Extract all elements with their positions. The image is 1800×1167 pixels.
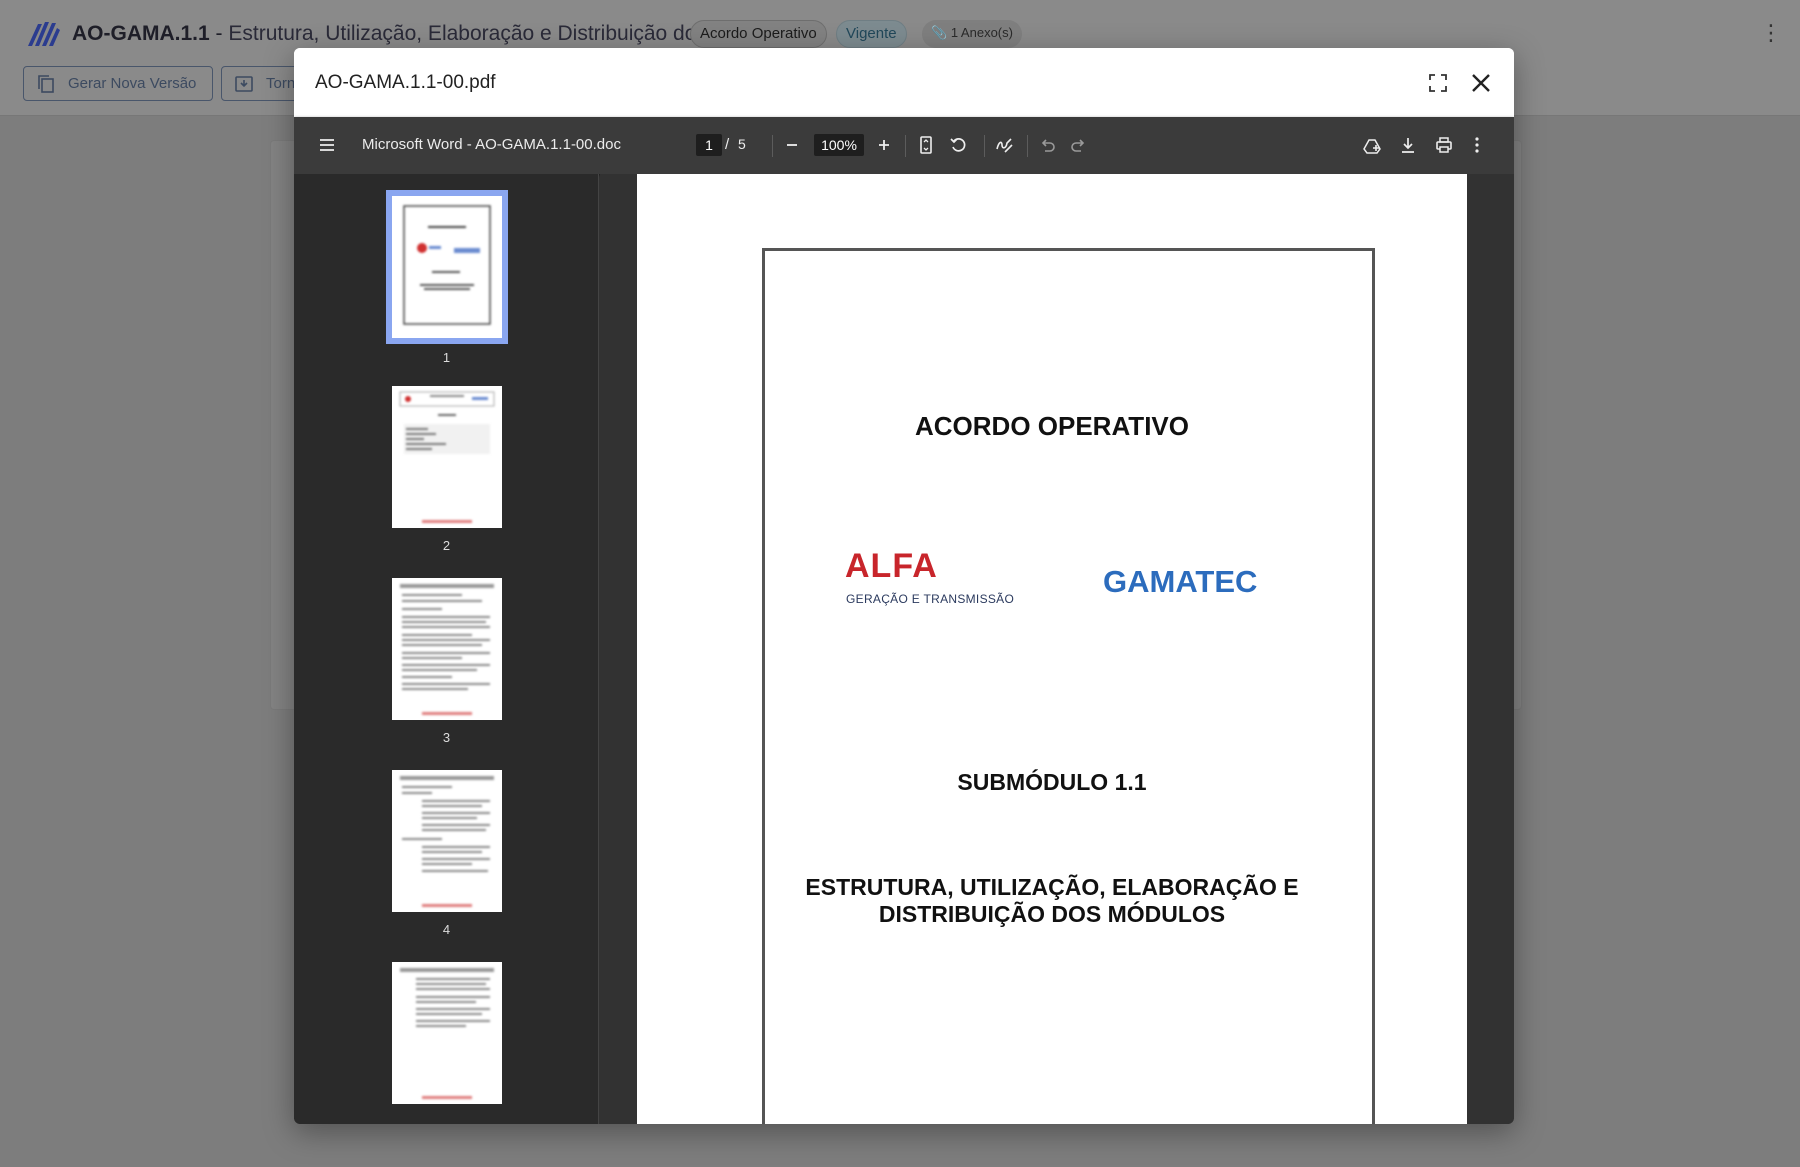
page-view-area[interactable]: ACORDO OPERATIVO ALFA GERAÇÃO E TRANSMIS… (600, 174, 1514, 1124)
toolbar-divider (772, 135, 773, 157)
secondary-action-label: Torn (266, 75, 296, 92)
status-badge: Vigente (836, 20, 907, 48)
module-title: ESTRUTURA, UTILIZAÇÃO, ELABORAÇÃO E DIST… (637, 874, 1467, 928)
copy-icon (38, 75, 54, 93)
rotate-icon[interactable] (949, 135, 969, 155)
pdf-document-name: Microsoft Word - AO-GAMA.1.1-00.doc (362, 136, 621, 153)
page-border (762, 248, 1375, 1124)
pdf-preview-dialog: AO-GAMA.1.1-00.pdf Microsoft Word - AO-G… (294, 48, 1514, 1124)
thumbnail-preview (400, 584, 494, 715)
title-separator: - (209, 22, 229, 45)
page-separator: / (725, 136, 730, 153)
document-title: Estrutura, Utilização, Elaboração e Dist… (228, 22, 731, 45)
new-version-button[interactable]: Gerar Nova Versão (23, 66, 213, 101)
page-thumbnail[interactable] (392, 770, 502, 912)
pdf-toolbar: Microsoft Word - AO-GAMA.1.1-00.doc 1 / … (294, 117, 1514, 174)
page-number-input[interactable]: 1 (696, 134, 722, 156)
paperclip-icon: 📎 (931, 25, 948, 40)
module-title-line: ESTRUTURA, UTILIZAÇÃO, ELABORAÇÃO E (805, 874, 1299, 900)
page-thumbnail[interactable] (392, 578, 502, 720)
page-total: 5 (738, 136, 746, 152)
dialog-title: AO-GAMA.1.1-00.pdf (315, 72, 496, 93)
close-icon[interactable] (1469, 71, 1493, 95)
alfa-logo-tagline: GERAÇÃO E TRANSMISSÃO (846, 592, 1015, 606)
page-thumbnail[interactable] (386, 190, 508, 344)
download-icon[interactable] (1398, 135, 1418, 155)
redo-icon[interactable] (1069, 135, 1089, 155)
app-logo-icon (28, 22, 60, 46)
toolbar-divider (905, 135, 906, 157)
toolbar-divider (984, 135, 985, 157)
menu-icon[interactable] (317, 135, 337, 155)
dialog-header: AO-GAMA.1.1-00.pdf (294, 48, 1514, 117)
type-badge: Acordo Operativo (690, 20, 827, 48)
document-heading: ACORDO OPERATIVO (915, 411, 1189, 441)
new-version-label: Gerar Nova Versão (68, 75, 197, 92)
pdf-viewer: Microsoft Word - AO-GAMA.1.1-00.doc 1 / … (294, 117, 1514, 1124)
thumbnail-preview (403, 205, 491, 325)
thumbnail-preview (400, 968, 494, 1099)
zoom-level-input[interactable]: 100% (814, 134, 864, 156)
fit-page-icon[interactable] (916, 135, 936, 155)
toolbar-divider (1027, 135, 1028, 157)
more-options-icon[interactable]: ⋮ (1760, 20, 1782, 46)
page-thumbnail[interactable] (392, 962, 502, 1104)
gamatec-logo: GAMATEC (1103, 564, 1258, 599)
attachments-count: 1 Anexo(s) (950, 25, 1013, 40)
thumbnail-number: 1 (442, 350, 451, 365)
fullscreen-icon[interactable] (1429, 74, 1447, 92)
page-thumbnail[interactable] (392, 386, 502, 528)
attachments-badge[interactable]: 📎 1 Anexo(s) (922, 20, 1022, 48)
thumbnail-preview (400, 776, 494, 907)
thumbnail-sidebar[interactable]: 1 2 3 4 (294, 174, 599, 1124)
page-title: AO-GAMA.1.1 - Estrutura, Utilização, Ela… (72, 22, 730, 46)
undo-icon[interactable] (1037, 135, 1057, 155)
zoom-out-icon[interactable] (782, 135, 802, 155)
zoom-in-icon[interactable] (874, 135, 894, 155)
save-to-drive-icon[interactable] (1362, 135, 1382, 155)
submodule-heading: SUBMÓDULO 1.1 (957, 769, 1147, 795)
more-options-icon[interactable] (1467, 135, 1487, 155)
alfa-logo: ALFA (845, 547, 938, 585)
thumbnail-number: 2 (442, 538, 451, 553)
pdf-page: ACORDO OPERATIVO ALFA GERAÇÃO E TRANSMIS… (637, 174, 1467, 1124)
print-icon[interactable] (1434, 135, 1454, 155)
module-title-line: DISTRIBUIÇÃO DOS MÓDULOS (878, 901, 1226, 927)
thumbnail-preview (399, 391, 495, 523)
archive-icon (235, 76, 253, 92)
document-code: AO-GAMA.1.1 (72, 22, 210, 45)
thumbnail-number: 4 (442, 922, 451, 937)
annotate-icon[interactable] (994, 135, 1014, 155)
thumbnail-number: 3 (442, 730, 451, 745)
